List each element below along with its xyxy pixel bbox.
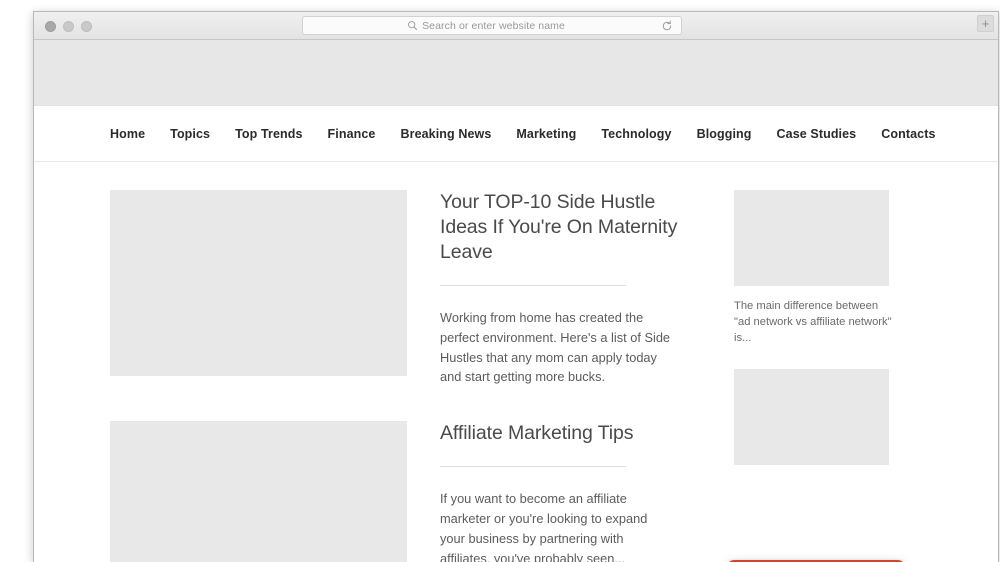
nav-item-top-trends[interactable]: Top Trends [235,127,302,141]
maximize-window-button[interactable] [81,21,92,32]
article-card[interactable]: Your TOP-10 Side Hustle Ideas If You're … [110,190,734,387]
content-column: Your TOP-10 Side Hustle Ideas If You're … [34,190,734,562]
nav-item-topics[interactable]: Topics [170,127,210,141]
screen: Search or enter website name + Home Topi… [0,0,1000,562]
sidebar-thumbnail [734,368,889,465]
article-excerpt: If you want to become an affiliate marke… [440,491,648,562]
article-body: Your TOP-10 Side Hustle Ideas If You're … [407,190,687,387]
sidebar-item[interactable]: The main difference between "ad network … [734,190,934,347]
nav-item-case-studies[interactable]: Case Studies [777,127,857,141]
minimize-window-button[interactable] [63,21,74,32]
reload-icon[interactable] [661,20,673,32]
browser-toolbar: Search or enter website name + [34,12,998,40]
page-body: Your TOP-10 Side Hustle Ideas If You're … [34,162,998,562]
address-bar-placeholder: Search or enter website name [422,19,565,32]
nav-item-technology[interactable]: Technology [601,127,671,141]
window-controls [45,21,92,32]
sidebar-item[interactable] [734,368,934,465]
browser-window: Search or enter website name + Home Topi… [33,11,999,562]
article-title[interactable]: Your TOP-10 Side Hustle Ideas If You're … [440,190,687,265]
nav-item-finance[interactable]: Finance [328,127,376,141]
address-bar[interactable]: Search or enter website name [302,16,682,35]
search-icon [408,21,418,31]
article-divider [440,466,626,468]
sidebar-thumbnail [734,190,889,286]
nav-item-home[interactable]: Home [110,127,145,141]
sidebar: The main difference between "ad network … [734,190,934,562]
article-divider [440,284,626,286]
article-thumbnail [110,190,407,376]
article-card[interactable]: Affiliate Marketing Tips If you want to … [110,421,734,562]
nav-item-marketing[interactable]: Marketing [516,127,576,141]
article-title[interactable]: Affiliate Marketing Tips [440,421,687,446]
article-body: Affiliate Marketing Tips If you want to … [407,421,687,562]
nav-item-breaking-news[interactable]: Breaking News [400,127,491,141]
sidebar-caption: The main difference between "ad network … [734,300,892,345]
nav-item-contacts[interactable]: Contacts [881,127,935,141]
site-header-banner [34,40,998,106]
close-window-button[interactable] [45,21,56,32]
nav-item-blogging[interactable]: Blogging [697,127,752,141]
article-thumbnail [110,421,407,562]
site-navigation: Home Topics Top Trends Finance Breaking … [34,106,998,162]
new-tab-button[interactable]: + [977,15,994,32]
article-excerpt: Working from home has created the perfec… [440,309,671,385]
